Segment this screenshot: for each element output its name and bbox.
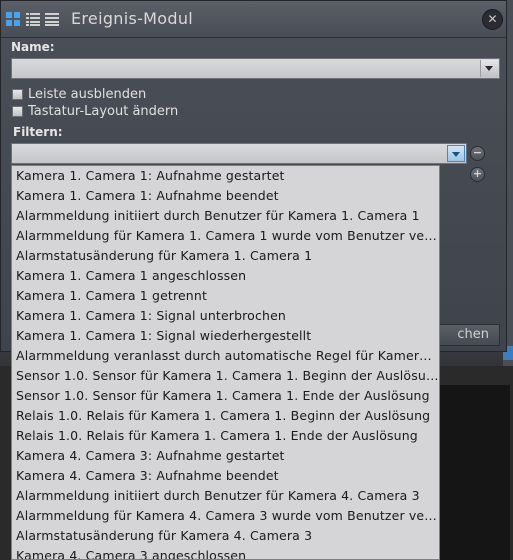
dialog-titlebar[interactable]: Ereignis-Modul ✕: [1, 1, 506, 38]
close-icon[interactable]: ✕: [482, 9, 503, 30]
chevron-down-icon[interactable]: [480, 60, 498, 77]
dropdown-item[interactable]: Kamera 4. Camera 3: Aufnahme gestartet: [12, 446, 439, 466]
dropdown-item[interactable]: Alarmmeldung für Kamera 1. Camera 1 wurd…: [12, 226, 439, 246]
name-label: Name:: [11, 40, 55, 54]
dropdown-item[interactable]: Kamera 1. Camera 1: Aufnahme beendet: [12, 186, 439, 206]
dropdown-item[interactable]: Alarmmeldung initiiert durch Benutzer fü…: [12, 486, 439, 506]
dropdown-item[interactable]: Sensor 1.0. Sensor für Kamera 1. Camera …: [12, 366, 439, 386]
tile-view-icon[interactable]: [6, 11, 20, 26]
keyboard-layout-checkbox[interactable]: [12, 106, 23, 117]
dropdown-item[interactable]: Kamera 4. Camera 3: Aufnahme beendet: [12, 466, 439, 486]
dropdown-item[interactable]: Kamera 1. Camera 1: Signal unterbrochen: [12, 306, 439, 326]
dropdown-item[interactable]: Alarmstatusänderung für Kamera 1. Camera…: [12, 246, 439, 266]
dropdown-item[interactable]: Relais 1.0. Relais für Kamera 1. Camera …: [12, 426, 439, 446]
dropdown-item[interactable]: Kamera 4. Camera 3 angeschlossen: [12, 546, 439, 559]
dropdown-item[interactable]: Kamera 1. Camera 1: Signal wiederhergest…: [12, 326, 439, 346]
dropdown-item[interactable]: Kamera 1. Camera 1: Aufnahme gestartet: [12, 166, 439, 186]
keyboard-layout-label: Tastatur-Layout ändern: [28, 104, 179, 119]
dropdown-item[interactable]: Alarmmeldung veranlasst durch automatisc…: [12, 346, 439, 366]
add-filter-button[interactable]: +: [470, 167, 485, 182]
filter-combobox[interactable]: [11, 143, 467, 164]
dropdown-item[interactable]: Sensor 1.0. Sensor für Kamera 1. Camera …: [12, 386, 439, 406]
detail-list-icon[interactable]: [26, 11, 40, 26]
hide-bar-checkbox[interactable]: [12, 89, 23, 100]
dropdown-item[interactable]: Alarmmeldung initiiert durch Benutzer fü…: [12, 206, 439, 226]
dropdown-item[interactable]: Alarmmeldung für Kamera 4. Camera 3 wurd…: [12, 506, 439, 526]
dropdown-item[interactable]: Kamera 1. Camera 1 getrennt: [12, 286, 439, 306]
dropdown-item[interactable]: Alarmstatusänderung für Kamera 4. Camera…: [12, 526, 439, 546]
remove-filter-button[interactable]: −: [470, 146, 485, 161]
filter-label: Filtern:: [13, 125, 63, 139]
dialog-title: Ereignis-Modul: [71, 9, 194, 28]
background-video-area: [440, 385, 510, 560]
hide-bar-label: Leiste ausblenden: [28, 87, 147, 102]
list-view-icon[interactable]: [45, 11, 59, 26]
name-combobox[interactable]: [11, 58, 500, 79]
filter-dropdown-list[interactable]: Kamera 1. Camera 1: Aufnahme gestartet Ka…: [11, 165, 440, 560]
dropdown-item[interactable]: Relais 1.0. Relais für Kamera 1. Camera …: [12, 406, 439, 426]
chevron-down-icon[interactable]: [447, 145, 465, 162]
dropdown-item[interactable]: Kamera 1. Camera 1 angeschlossen: [12, 266, 439, 286]
